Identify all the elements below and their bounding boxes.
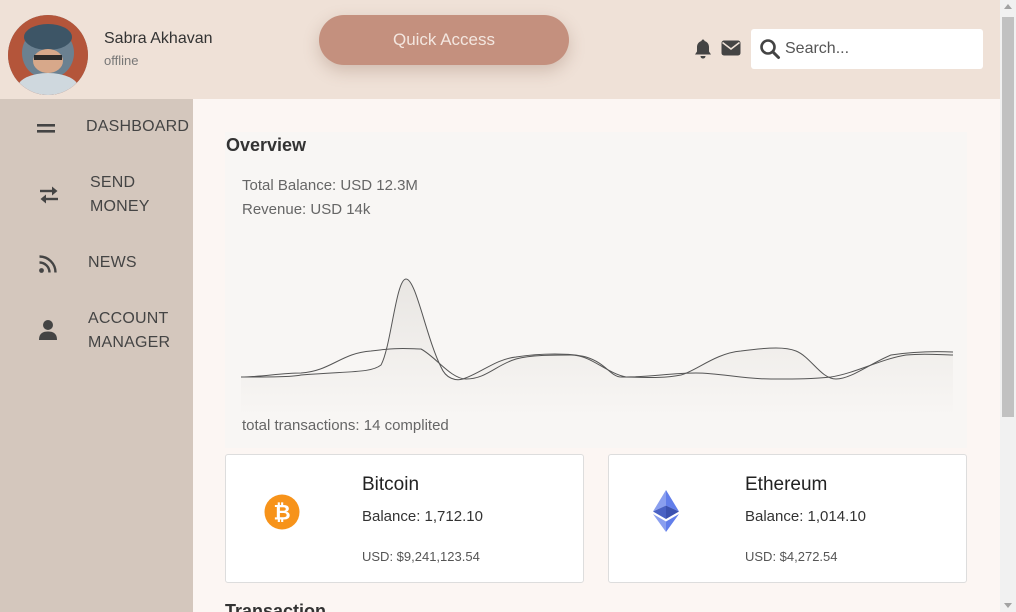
top-header: Sabra Akhavan offline Quick Access	[0, 0, 1000, 99]
coin-name: Bitcoin	[362, 474, 420, 495]
coin-balance: Balance: 1,712.10	[362, 508, 483, 525]
bitcoin-card[interactable]: ₿ Bitcoin Balance: 1,712.10 USD: $9,241,…	[225, 454, 584, 583]
coin-name: Ethereum	[745, 474, 828, 495]
total-balance: Total Balance: USD 12.3M	[242, 177, 418, 194]
overview-line-chart	[241, 278, 953, 417]
search-input[interactable]	[785, 37, 975, 61]
coin-usd-value: USD: $9,241,123.54	[362, 549, 480, 564]
user-icon	[38, 319, 60, 341]
sidebar-item-dashboard[interactable]: DASHBOARD	[0, 111, 193, 145]
overview-card: Overview Total Balance: USD 12.3M Revenu…	[225, 132, 967, 448]
scroll-down-arrow-icon[interactable]	[1004, 603, 1012, 608]
svg-text:₿: ₿	[273, 501, 290, 525]
revenue: Revenue: USD 14k	[242, 201, 371, 218]
avatar[interactable]	[8, 15, 88, 95]
coin-usd-value: USD: $4,272.54	[745, 549, 838, 564]
overview-title: Overview	[226, 135, 307, 155]
quick-access-button[interactable]: Quick Access	[319, 15, 569, 65]
scroll-thumb[interactable]	[1002, 17, 1014, 417]
total-transactions: total transactions: 14 complited	[242, 417, 449, 434]
coin-balance: Balance: 1,014.10	[745, 508, 866, 525]
exchange-arrows-icon	[38, 184, 60, 206]
scroll-up-arrow-icon[interactable]	[1004, 4, 1012, 9]
sidebar-item-label: NEWS	[88, 254, 137, 271]
ethereum-icon	[652, 489, 680, 538]
section-title-transaction: Transaction	[225, 601, 327, 612]
series-a-area	[241, 279, 953, 417]
sidebar-item-label: MONEY	[90, 198, 150, 215]
bell-icon[interactable]	[693, 38, 713, 60]
sidebar-item-label: DASHBOARD	[86, 118, 190, 135]
sidebar-item-account-manager[interactable]: ACCOUNT MANAGER	[0, 307, 193, 359]
vertical-scrollbar[interactable]	[1000, 0, 1016, 612]
user-name: Sabra Akhavan	[104, 30, 213, 47]
sidebar: DASHBOARD SEND MONEY NEWS ACCOUNT MANAGE…	[0, 99, 193, 612]
user-status: offline	[104, 53, 139, 68]
sidebar-item-label: SEND	[90, 174, 136, 191]
sidebar-item-label: MANAGER	[88, 334, 171, 351]
search-icon[interactable]	[759, 38, 781, 60]
main-content: Overview Total Balance: USD 12.3M Revenu…	[193, 99, 1000, 612]
sidebar-item-send-money[interactable]: SEND MONEY	[0, 171, 193, 223]
ethereum-card[interactable]: Ethereum Balance: 1,014.10 USD: $4,272.5…	[608, 454, 967, 583]
mail-icon[interactable]	[721, 39, 741, 57]
menu-icon	[37, 117, 59, 139]
sidebar-item-news[interactable]: NEWS	[0, 249, 193, 279]
rss-icon	[38, 254, 60, 276]
search-box	[751, 29, 983, 69]
bitcoin-icon: ₿	[264, 494, 300, 535]
sidebar-item-label: ACCOUNT	[88, 310, 169, 327]
